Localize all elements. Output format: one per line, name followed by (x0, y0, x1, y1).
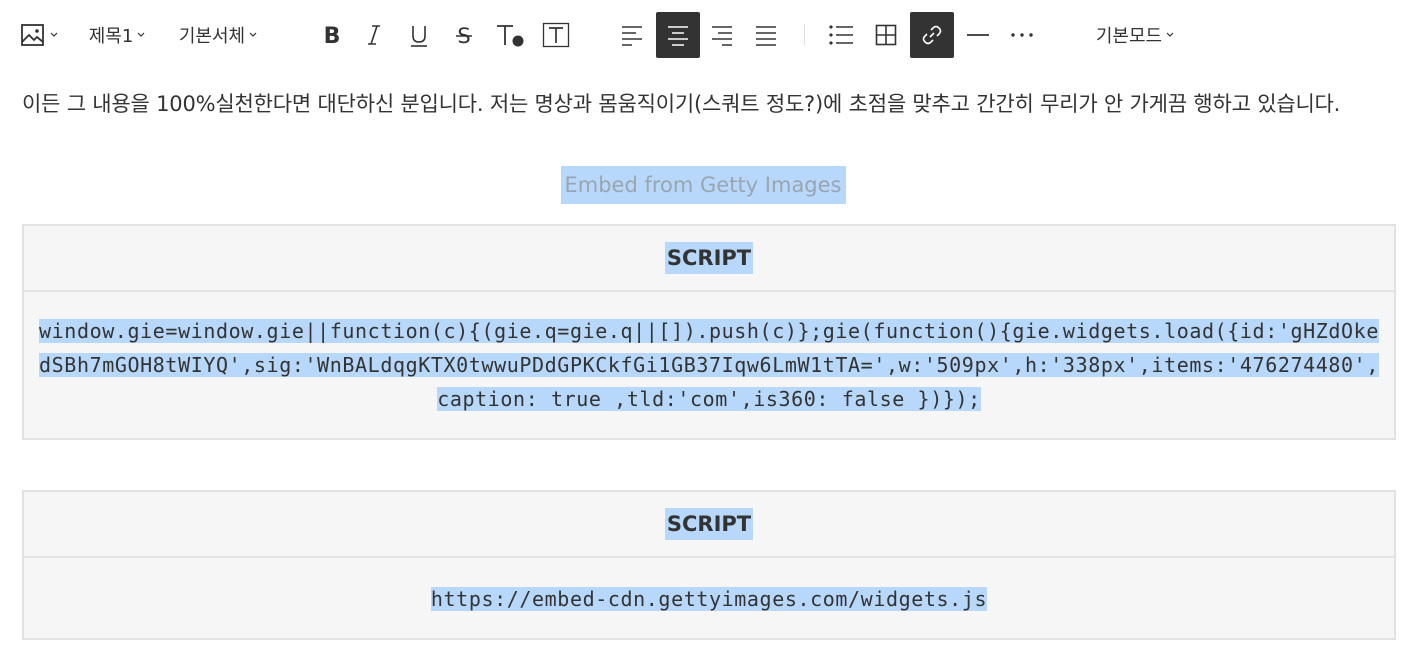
align-right-icon (712, 26, 732, 46)
text-background-button[interactable] (534, 12, 578, 58)
table-icon (875, 24, 897, 46)
more-horizontal-icon (1011, 33, 1033, 37)
chevron-down-icon (137, 32, 145, 37)
embed-caption[interactable]: Embed from Getty Images (560, 166, 846, 204)
svg-text:B: B (324, 24, 341, 47)
chevron-down-icon (1166, 32, 1174, 37)
text-color-button[interactable] (488, 12, 532, 58)
underline-button[interactable] (397, 12, 441, 58)
strikethrough-button[interactable]: S (442, 12, 486, 58)
bold-icon: B (324, 24, 341, 47)
script-block-title: SCRIPT (664, 242, 754, 274)
italic-button[interactable] (352, 12, 396, 58)
chevron-down-icon (50, 32, 58, 37)
underline-icon (411, 26, 427, 47)
align-center-icon (668, 26, 688, 46)
script-block-body[interactable]: https://embed-cdn.gettyimages.com/widget… (24, 558, 1394, 616)
link-icon (922, 25, 942, 45)
script-block-header: SCRIPT (24, 226, 1394, 292)
chevron-down-icon (249, 32, 257, 37)
text-color-icon (497, 25, 524, 47)
image-insert-button[interactable] (14, 12, 64, 58)
text-background-icon (542, 22, 570, 48)
align-justify-icon (756, 26, 776, 46)
heading-dropdown[interactable]: 제목1 (80, 12, 154, 58)
bullet-list-button[interactable] (818, 12, 864, 58)
script-code[interactable]: window.gie=window.gie||function(c){(gie.… (39, 319, 1379, 411)
align-left-button[interactable] (610, 12, 654, 58)
horizontal-line-icon (967, 34, 989, 36)
script-block[interactable]: SCRIPT https://embed-cdn.gettyimages.com… (22, 490, 1396, 640)
script-block-body[interactable]: window.gie=window.gie||function(c){(gie.… (24, 292, 1394, 416)
align-right-button[interactable] (700, 12, 744, 58)
image-icon (21, 24, 44, 46)
font-dropdown[interactable]: 기본서체 (168, 12, 268, 58)
heading-dropdown-label: 제목1 (88, 26, 134, 47)
embed-caption-line: Embed from Getty Images (0, 166, 1406, 204)
body-paragraph[interactable]: 이든 그 내용을 100%실천한다면 대단하신 분입니다. 저는 명상과 몸움직… (22, 84, 1392, 124)
mode-dropdown-label: 기본모드 (1095, 26, 1163, 47)
mode-dropdown[interactable]: 기본모드 (1084, 12, 1186, 58)
link-button[interactable] (910, 12, 954, 58)
strikethrough-icon: S (456, 24, 472, 47)
horizontal-line-button[interactable] (956, 12, 1000, 58)
script-block-title: SCRIPT (664, 508, 754, 540)
script-block[interactable]: SCRIPT window.gie=window.gie||function(c… (22, 224, 1396, 440)
align-center-button[interactable] (656, 12, 700, 58)
toolbar-divider (804, 24, 805, 46)
font-dropdown-label: 기본서체 (178, 26, 246, 47)
table-insert-button[interactable] (864, 12, 908, 58)
script-src-url[interactable]: https://embed-cdn.gettyimages.com/widget… (430, 587, 988, 611)
bold-button[interactable]: B (310, 12, 354, 58)
italic-icon (368, 25, 380, 45)
align-left-icon (622, 26, 642, 46)
bullet-list-icon (829, 25, 853, 45)
editor-toolbar: 제목1 기본서체 B S 기본모드 (0, 0, 1406, 70)
script-block-header: SCRIPT (24, 492, 1394, 558)
align-justify-button[interactable] (744, 12, 788, 58)
more-options-button[interactable] (1000, 12, 1044, 58)
